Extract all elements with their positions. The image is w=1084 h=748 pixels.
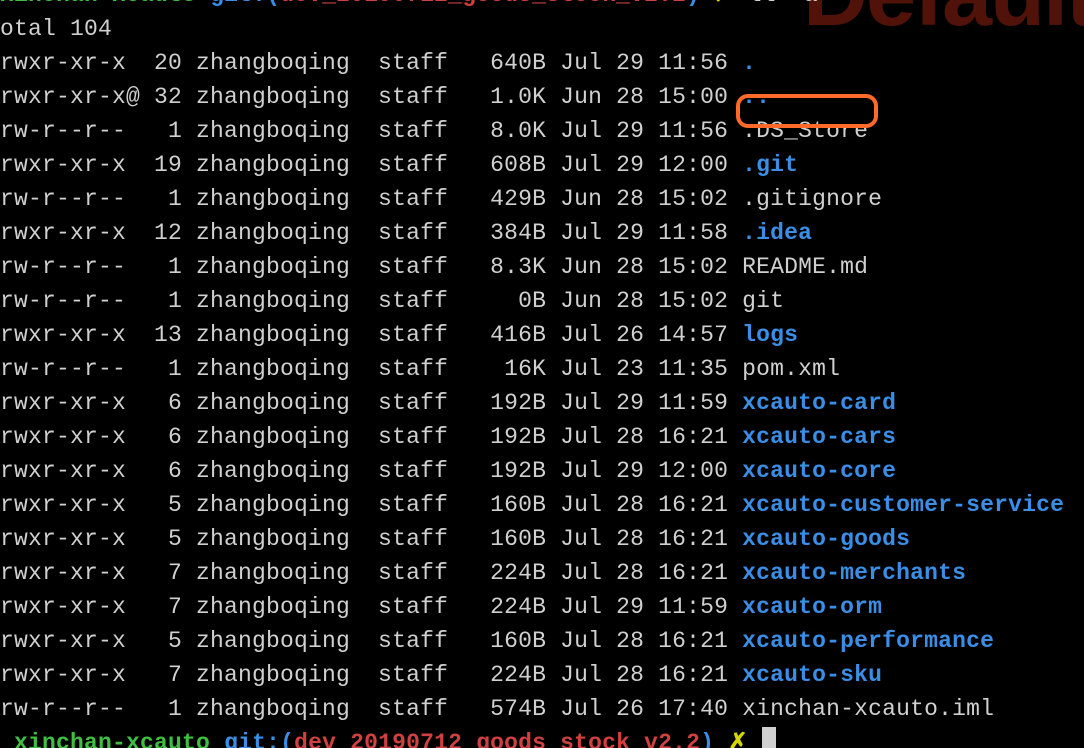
file-name: logs bbox=[742, 322, 798, 348]
prompt-line[interactable]: xinchan-xcauto git:(dev_20190712_goods_s… bbox=[0, 726, 1084, 748]
file-meta: rwxr-xr-x 19 zhangboqing staff 608B Jul … bbox=[0, 152, 742, 178]
file-meta: rw-r--r-- 1 zhangboqing staff 16K Jul 23… bbox=[0, 356, 742, 382]
terminal-output[interactable]: xinchan-xcauto git:(dev_20190712_goods_s… bbox=[0, 0, 1084, 748]
file-meta: rwxr-xr-x 20 zhangboqing staff 640B Jul … bbox=[0, 50, 742, 76]
file-name: .idea bbox=[742, 220, 812, 246]
ls-row: rw-r--r-- 1 zhangboqing staff 429B Jun 2… bbox=[0, 182, 1084, 216]
file-name: xcauto-core bbox=[742, 458, 896, 484]
header-line: xinchan-xcauto git:(dev_20190712_goods_s… bbox=[0, 0, 1084, 12]
file-meta: rwxr-xr-x 7 zhangboqing staff 224B Jul 2… bbox=[0, 560, 742, 586]
file-name: README.md bbox=[742, 254, 868, 280]
cursor bbox=[762, 727, 776, 748]
ls-row: rwxr-xr-x 12 zhangboqing staff 384B Jul … bbox=[0, 216, 1084, 250]
ls-row: rw-r--r-- 1 zhangboqing staff 8.3K Jun 2… bbox=[0, 250, 1084, 284]
ls-row: rwxr-xr-x@ 32 zhangboqing staff 1.0K Jun… bbox=[0, 80, 1084, 114]
file-name: xcauto-orm bbox=[742, 594, 882, 620]
file-meta: rwxr-xr-x 6 zhangboqing staff 192B Jul 2… bbox=[0, 424, 742, 450]
ls-row: rwxr-xr-x 6 zhangboqing staff 192B Jul 2… bbox=[0, 420, 1084, 454]
file-meta: rw-r--r-- 1 zhangboqing staff 429B Jun 2… bbox=[0, 186, 742, 212]
file-name: xcauto-sku bbox=[742, 662, 882, 688]
ls-row: rwxr-xr-x 6 zhangboqing staff 192B Jul 2… bbox=[0, 454, 1084, 488]
file-meta: rwxr-xr-x@ 32 zhangboqing staff 1.0K Jun… bbox=[0, 84, 742, 110]
ls-row: rwxr-xr-x 5 zhangboqing staff 160B Jul 2… bbox=[0, 522, 1084, 556]
file-meta: rw-r--r-- 1 zhangboqing staff 8.3K Jun 2… bbox=[0, 254, 742, 280]
ls-row: rwxr-xr-x 13 zhangboqing staff 416B Jul … bbox=[0, 318, 1084, 352]
file-name: xcauto-goods bbox=[742, 526, 910, 552]
file-meta: rwxr-xr-x 13 zhangboqing staff 416B Jul … bbox=[0, 322, 742, 348]
file-name: .gitignore bbox=[742, 186, 882, 212]
ls-row: rw-r--r-- 1 zhangboqing staff 574B Jul 2… bbox=[0, 692, 1084, 726]
file-name: xcauto-performance bbox=[742, 628, 994, 654]
ls-row: rw-r--r-- 1 zhangboqing staff 0B Jun 28 … bbox=[0, 284, 1084, 318]
file-name: xcauto-merchants bbox=[742, 560, 966, 586]
ls-row: rwxr-xr-x 19 zhangboqing staff 608B Jul … bbox=[0, 148, 1084, 182]
file-name: .. bbox=[742, 84, 770, 110]
ls-row: rw-r--r-- 1 zhangboqing staff 8.0K Jul 2… bbox=[0, 114, 1084, 148]
ls-row: rwxr-xr-x 6 zhangboqing staff 192B Jul 2… bbox=[0, 386, 1084, 420]
file-name: pom.xml bbox=[742, 356, 840, 382]
ls-row: rwxr-xr-x 20 zhangboqing staff 640B Jul … bbox=[0, 46, 1084, 80]
ls-row: rwxr-xr-x 7 zhangboqing staff 224B Jul 2… bbox=[0, 556, 1084, 590]
ls-row: rw-r--r-- 1 zhangboqing staff 16K Jul 23… bbox=[0, 352, 1084, 386]
ls-row: rwxr-xr-x 7 zhangboqing staff 224B Jul 2… bbox=[0, 590, 1084, 624]
file-name: xcauto-customer-service bbox=[742, 492, 1064, 518]
file-name: xinchan-xcauto.iml bbox=[742, 696, 994, 722]
file-meta: rwxr-xr-x 6 zhangboqing staff 192B Jul 2… bbox=[0, 458, 742, 484]
file-name: . bbox=[742, 50, 756, 76]
file-name: .DS_Store bbox=[742, 118, 868, 144]
file-name: .git bbox=[742, 152, 798, 178]
total-line: otal 104 bbox=[0, 12, 1084, 46]
file-name: xcauto-card bbox=[742, 390, 896, 416]
file-meta: rw-r--r-- 1 zhangboqing staff 0B Jun 28 … bbox=[0, 288, 742, 314]
file-name: git bbox=[742, 288, 784, 314]
file-meta: rwxr-xr-x 5 zhangboqing staff 160B Jul 2… bbox=[0, 492, 742, 518]
ls-row: rwxr-xr-x 5 zhangboqing staff 160B Jul 2… bbox=[0, 488, 1084, 522]
file-name: xcauto-cars bbox=[742, 424, 896, 450]
file-meta: rw-r--r-- 1 zhangboqing staff 8.0K Jul 2… bbox=[0, 118, 742, 144]
file-meta: rwxr-xr-x 7 zhangboqing staff 224B Jul 2… bbox=[0, 662, 742, 688]
ls-row: rwxr-xr-x 5 zhangboqing staff 160B Jul 2… bbox=[0, 624, 1084, 658]
file-meta: rwxr-xr-x 5 zhangboqing staff 160B Jul 2… bbox=[0, 628, 742, 654]
file-meta: rwxr-xr-x 12 zhangboqing staff 384B Jul … bbox=[0, 220, 742, 246]
file-meta: rw-r--r-- 1 zhangboqing staff 574B Jul 2… bbox=[0, 696, 742, 722]
file-meta: rwxr-xr-x 5 zhangboqing staff 160B Jul 2… bbox=[0, 526, 742, 552]
ls-row: rwxr-xr-x 7 zhangboqing staff 224B Jul 2… bbox=[0, 658, 1084, 692]
file-meta: rwxr-xr-x 7 zhangboqing staff 224B Jul 2… bbox=[0, 594, 742, 620]
file-meta: rwxr-xr-x 6 zhangboqing staff 192B Jul 2… bbox=[0, 390, 742, 416]
